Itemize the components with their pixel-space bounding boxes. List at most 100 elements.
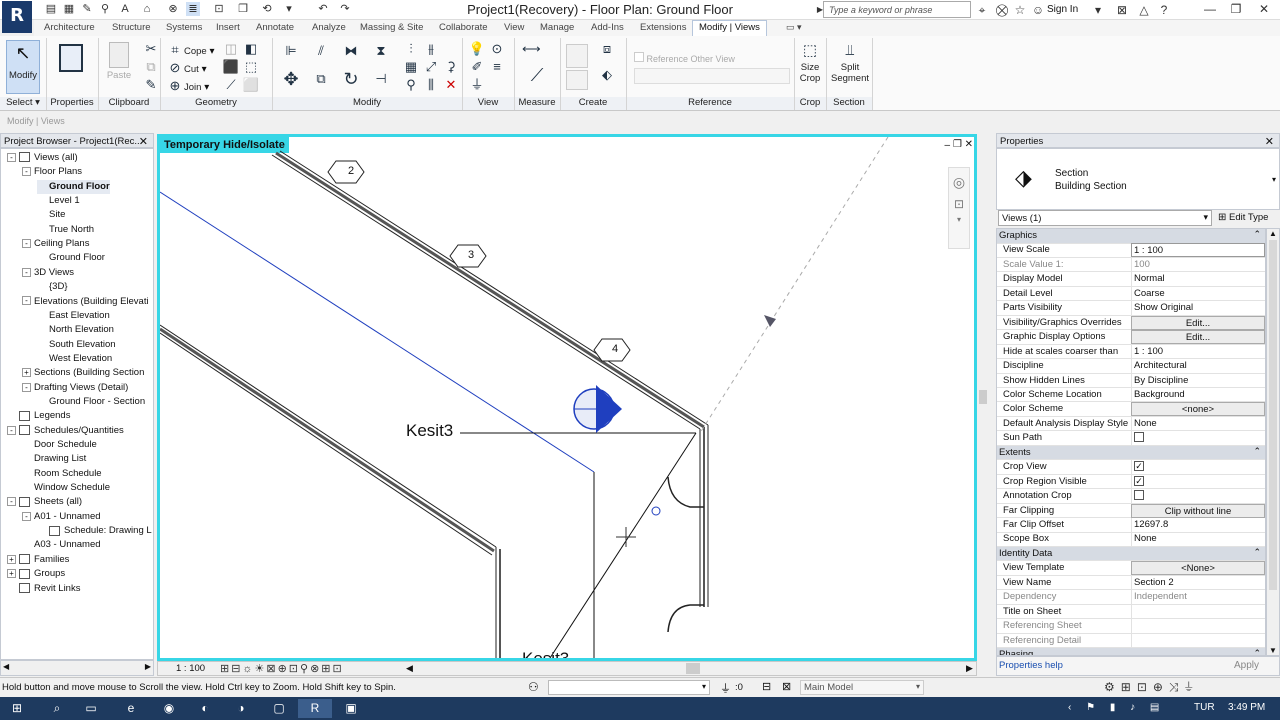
sign-in-link[interactable]: Sign In [1047,4,1078,15]
user-icon[interactable]: ☺ [1030,2,1046,18]
collapse-toggle-icon[interactable]: - [22,167,31,177]
match-type-icon[interactable]: ✎ [142,76,160,94]
trim-multiple-icon[interactable]: ⫼ [422,76,440,94]
steering-wheel-icon[interactable]: ◎ [949,174,969,191]
selection-toggle-icons[interactable]: ⚙⊞⊡⊕⤨⏚ [1104,680,1199,695]
property-value[interactable]: Edit... [1131,315,1265,330]
trim-extend-icon[interactable]: ⊣ [372,70,390,88]
design-option-select[interactable]: Main Model ▾ [800,680,924,695]
zoom-region-icon[interactable]: ⊡ [949,197,969,211]
sync-icon[interactable]: ⟲ [260,2,274,16]
linework-icon[interactable]: ⟋ [222,76,240,94]
text-qat-icon[interactable]: A [118,2,132,16]
tile-icon[interactable]: ▢ [262,699,296,718]
browser-item[interactable]: + Groups [7,567,65,581]
drawing-canvas[interactable]: Temporary Hide/Isolate – ❐ ✕ 2 3 4 Kesit… [157,134,977,661]
property-value[interactable]: Normal [1131,272,1265,287]
collapse-group-icon[interactable]: ⌃ [1253,648,1261,655]
override-graphics-icon[interactable]: ⊙ [488,40,506,58]
collapse-toggle-icon[interactable]: - [7,497,16,507]
collapse-toggle-icon[interactable]: - [7,152,16,162]
delete-icon[interactable]: ✕ [442,76,460,94]
edit-type-button[interactable]: ⊞ Edit Type [1216,210,1278,226]
browser-item[interactable]: {3D} [37,280,68,294]
browser-item[interactable]: - Schedules/Quantities [7,424,124,438]
property-value[interactable]: None [1131,416,1265,431]
revit-logo-icon[interactable]: R [2,1,32,33]
browser-item[interactable]: - A01 - Unnamed [22,510,101,524]
properties-scrollbar[interactable]: ▲ ▼ [1266,228,1280,656]
browser-item[interactable]: + Families [7,553,69,567]
task-search-icon[interactable]: ⌕ [40,699,74,718]
property-value[interactable]: 12697.8 [1131,518,1265,532]
filter-funnel-icon[interactable]: ⏚ [720,680,731,696]
cloud-icon[interactable]: △ [1136,2,1152,18]
editing-requests-icon[interactable]: ⊟ [762,680,771,693]
properties-help-link[interactable]: Properties help [999,660,1063,671]
pin-icon[interactable]: ⚲ [402,76,420,94]
tab-systems[interactable]: Systems [166,22,202,33]
browser-item[interactable]: Ground Floor [37,251,105,265]
property-value[interactable]: 1 : 100 [1131,344,1265,359]
browser-item[interactable]: West Elevation [37,352,112,366]
browser-item[interactable]: Legends [7,409,70,423]
property-value[interactable]: <none> [1131,402,1265,417]
browser-item[interactable]: Room Schedule [22,467,102,481]
browser-item[interactable]: Door Schedule [22,438,97,452]
measure-icon[interactable]: ⟷ [522,40,541,58]
search-input[interactable]: Type a keyword or phrase [823,1,971,18]
property-value[interactable]: 100 [1131,257,1265,272]
browser-e-icon[interactable]: e [114,699,148,718]
browser-item[interactable]: Window Schedule [22,481,110,495]
tab-structure[interactable]: Structure [112,22,151,33]
paste-button[interactable]: Paste [104,40,134,94]
record-icon[interactable]: ▣ [334,699,368,718]
undo-icon[interactable]: ↶ [316,2,330,16]
save-icon[interactable]: ▦ [62,2,76,16]
switch-windows-icon[interactable]: ❐ [236,2,250,16]
browser-item[interactable]: Drawing List [22,452,86,466]
section-name-label-bottom[interactable]: Kesit3 [522,649,569,658]
property-group[interactable]: Graphics ⌃ [997,229,1265,244]
collapse-toggle-icon[interactable]: - [22,267,31,277]
join-button[interactable]: ⊕ Join ▾ [166,77,210,95]
tab-extensions[interactable]: Extensions [640,22,686,33]
scroll-left-icon[interactable]: ◀ [406,663,413,674]
offset-icon[interactable]: ⫽ [312,42,330,60]
restore-icon[interactable]: ❐ [1222,0,1250,18]
tab-insert[interactable]: Insert [216,22,240,33]
copy-modify-icon[interactable]: ⧉ [312,70,330,88]
language-indicator[interactable]: TUR [1194,702,1215,713]
browser-item[interactable]: - Floor Plans [22,165,82,179]
collapse-toggle-icon[interactable]: - [7,425,16,435]
section-name-label[interactable]: Kesit3 [406,421,453,441]
dimension-icon[interactable]: ⟋ [528,66,546,84]
workset-select[interactable]: ▾ [548,680,710,695]
property-value[interactable]: Section 2 [1131,575,1265,590]
tab-architecture[interactable]: Architecture [44,22,95,33]
close-hidden-icon[interactable]: ⊡ [212,2,226,16]
paint-icon[interactable]: ⬛ [222,58,240,76]
minimize-icon[interactable]: — [1196,0,1224,18]
browser-item[interactable]: - Sheets (all) [7,495,82,509]
customize-qat-icon[interactable]: ▾ [282,2,296,16]
array-icon[interactable]: ▦ [402,58,420,76]
collapse-toggle-icon[interactable]: - [22,382,31,392]
collapse-toggle-icon[interactable]: - [22,511,31,521]
property-value[interactable]: By Discipline [1131,373,1265,388]
scroll-thumb[interactable] [1269,240,1277,590]
apply-button[interactable]: Apply [1234,660,1259,671]
property-value[interactable]: Show Original [1131,301,1265,316]
checkbox-unchecked[interactable] [1134,490,1144,501]
tab-analyze[interactable]: Analyze [312,22,346,33]
properties-button[interactable] [56,40,86,94]
expand-toggle-icon[interactable]: + [22,368,31,378]
property-value[interactable]: Clip without line [1131,503,1265,518]
redo-icon[interactable]: ↷ [338,2,352,16]
scroll-right-icon[interactable]: ▶ [966,663,973,674]
subscription-icon[interactable]: ⛒ [994,2,1010,18]
start-button-icon[interactable]: ⊞ [0,699,34,718]
app-icon[interactable]: ◑ [224,699,258,718]
canvas-horizontal-scroll-thumb[interactable] [686,663,700,674]
clock[interactable]: 3:49 PM [1228,702,1265,713]
